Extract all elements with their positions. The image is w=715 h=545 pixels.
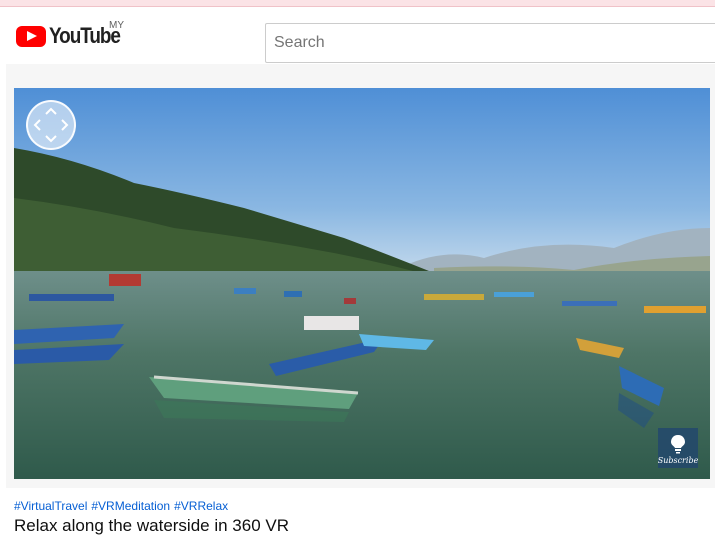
- search-input[interactable]: [266, 24, 715, 62]
- youtube-play-icon: [16, 25, 46, 47]
- lightbulb-icon: [671, 435, 685, 454]
- masthead: YouTube MY: [0, 7, 715, 63]
- video-title: Relax along the waterside in 360 VR: [14, 516, 289, 535]
- browser-top-strip: [0, 0, 715, 7]
- region-code: MY: [109, 20, 124, 31]
- hashtag-list: #VirtualTravel #VRMeditation #VRRelax: [14, 499, 228, 513]
- search-box[interactable]: [265, 23, 715, 63]
- hashtag-link[interactable]: #VirtualTravel: [14, 499, 87, 513]
- hashtag-link[interactable]: #VRMeditation: [91, 499, 170, 513]
- hashtag-link[interactable]: #VRRelax: [174, 499, 228, 513]
- vr-direction-pad-icon[interactable]: [26, 100, 76, 150]
- video-frame: [14, 88, 710, 479]
- video-player[interactable]: Subscribe: [14, 88, 710, 479]
- subscribe-label: Subscribe: [657, 456, 699, 465]
- subscribe-watermark-button[interactable]: Subscribe: [658, 428, 698, 468]
